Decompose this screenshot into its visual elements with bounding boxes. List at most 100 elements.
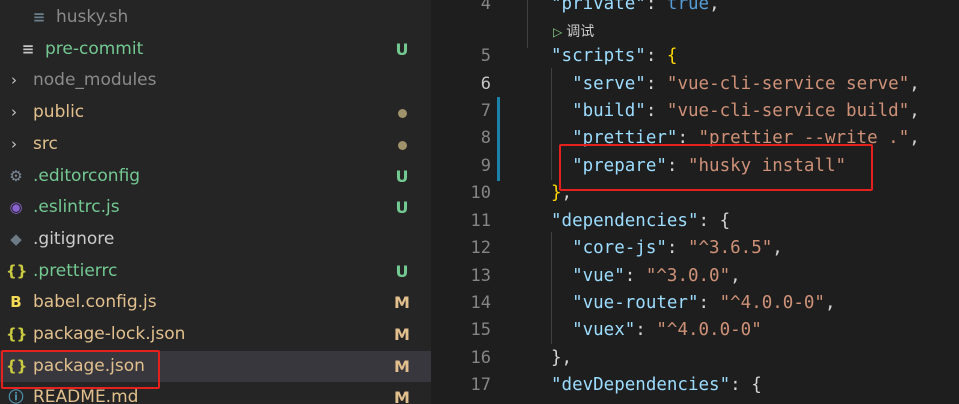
explorer-item[interactable]: {} .prettierrc U	[0, 256, 431, 287]
code-token: "^3.6.5"	[687, 238, 773, 258]
code-token: :	[645, 74, 667, 94]
code-token: "^4.0.0-0"	[719, 293, 825, 313]
explorer-item-label: .gitignore	[33, 228, 115, 249]
indent-guide	[551, 68, 552, 180]
explorer-item[interactable]: › node_modules	[0, 65, 431, 96]
code-line[interactable]: "vuex": "^4.0.0-0"	[551, 320, 762, 340]
json-braces-icon: {}	[6, 325, 28, 343]
chevron-right-icon[interactable]: ›	[4, 129, 24, 160]
git-status-badge: U	[395, 166, 409, 186]
shell-file-icon: ≡	[32, 8, 46, 26]
chevron-right-icon[interactable]: ›	[4, 65, 24, 96]
code-editor[interactable]: ▷ 调试 4 "private": true, 5 "scripts": { 6 "ser…	[431, 0, 959, 404]
explorer-item-label: .prettierrc	[33, 260, 118, 281]
babel-icon: B	[10, 293, 22, 312]
explorer-item[interactable]: Bbabel.config.js M	[0, 287, 431, 318]
code-token: :	[645, 101, 667, 121]
chevron-right-icon[interactable]: ›	[4, 97, 24, 128]
code-line[interactable]: "vue-router": "^4.0.0-0",	[551, 293, 835, 313]
code-token: "devDependencies"	[551, 375, 731, 395]
code-line[interactable]: "core-js": "^3.6.5",	[551, 238, 783, 258]
explorer-item-label: node_modules	[33, 70, 157, 91]
line-number: 16	[470, 348, 491, 368]
highlight-box-prepare	[559, 144, 873, 191]
modified-dot-icon	[394, 129, 410, 160]
code-token: {	[666, 46, 678, 66]
line-number: 12	[470, 238, 491, 258]
code-line[interactable]: "dependencies": {	[551, 211, 730, 231]
highlight-box-package-json	[1, 350, 160, 389]
indent-guide	[551, 232, 552, 344]
explorer-item-label: package-lock.json	[33, 324, 186, 344]
git-status-badge: M	[394, 356, 410, 376]
code-token: "core-js"	[572, 238, 667, 258]
code-token: {	[751, 375, 762, 395]
code-token: "vue"	[572, 266, 625, 286]
code-line[interactable]: "build": "vue-cli-service build",	[551, 101, 920, 121]
explorer-item[interactable]: › src	[0, 129, 431, 160]
code-token: ,	[909, 101, 920, 121]
explorer-item[interactable]: ◉ .eslintrc.js U	[0, 192, 431, 223]
code-line[interactable]: "vue": "^3.0.0",	[551, 266, 741, 286]
line-number: 5	[480, 46, 491, 66]
code-line[interactable]: "devDependencies": {	[551, 375, 762, 395]
code-token: "vue-cli-service build"	[666, 101, 910, 121]
code-line[interactable]: "serve": "vue-cli-service serve",	[551, 74, 920, 94]
explorer-item[interactable]: › public	[0, 97, 431, 128]
line-number: 10	[470, 183, 491, 203]
git-status-badge: M	[394, 325, 410, 344]
explorer-item[interactable]: ≡ husky.sh	[0, 2, 431, 33]
git-status-badge: M	[394, 293, 410, 313]
code-token: ,	[909, 128, 920, 148]
code-line[interactable]: },	[551, 348, 572, 368]
play-icon: ▷	[553, 25, 563, 39]
explorer-item-label: husky.sh	[56, 7, 129, 27]
eslint-icon: ◉	[9, 198, 23, 217]
explorer-item[interactable]: ◆ .gitignore	[0, 224, 431, 255]
debug-codelens[interactable]: ▷ 调试	[553, 21, 594, 41]
code-token: "vue-cli-service serve"	[666, 74, 910, 94]
line-number: 15	[470, 320, 491, 340]
code-token: "serve"	[572, 74, 646, 94]
code-line[interactable]: "scripts": {	[551, 46, 677, 66]
explorer-item-label: babel.config.js	[33, 292, 157, 313]
explorer-item-label: .editorconfig	[33, 165, 141, 186]
code-token: :	[645, 46, 667, 66]
line-number: 7	[480, 101, 491, 121]
dot-icon	[397, 140, 407, 150]
explorer-item-label: .eslintrc.js	[33, 197, 120, 218]
git-change-marker	[497, 97, 500, 181]
line-number: 8	[480, 128, 491, 148]
line-number: 13	[470, 266, 491, 286]
code-token: "vue-router"	[572, 293, 699, 313]
indent-guide	[527, 0, 528, 48]
code-token: :	[730, 375, 752, 395]
explorer-item[interactable]: ⚙ .editorconfig U	[0, 161, 431, 192]
git-status-badge: U	[395, 261, 409, 281]
code-token: :	[624, 266, 646, 286]
code-line[interactable]: "private": true,	[551, 0, 720, 14]
explorer-sidebar: ≡ husky.sh ≡ pre-commit U › node_modules › publi…	[0, 0, 431, 404]
line-number: 6	[480, 74, 491, 94]
code-token: ,	[909, 74, 920, 94]
code-token: :	[666, 238, 688, 258]
line-number: 17	[470, 375, 491, 395]
git-status-badge: U	[395, 39, 409, 59]
line-number: 4	[480, 0, 491, 14]
code-token: :	[645, 0, 667, 14]
debug-codelens-label: 调试	[566, 24, 595, 40]
explorer-item-label: pre-commit	[45, 38, 144, 59]
git-status-badge: U	[395, 198, 409, 218]
code-token: :	[698, 211, 720, 231]
explorer-item[interactable]: {} package-lock.json M	[0, 319, 431, 350]
dot-icon	[397, 109, 407, 119]
explorer-item[interactable]: ≡ pre-commit U	[0, 34, 431, 65]
code-token: "vuex"	[572, 320, 636, 340]
json-braces-icon: {}	[6, 261, 28, 280]
code-token: ,	[709, 0, 720, 14]
explorer-item-label: src	[33, 133, 58, 154]
